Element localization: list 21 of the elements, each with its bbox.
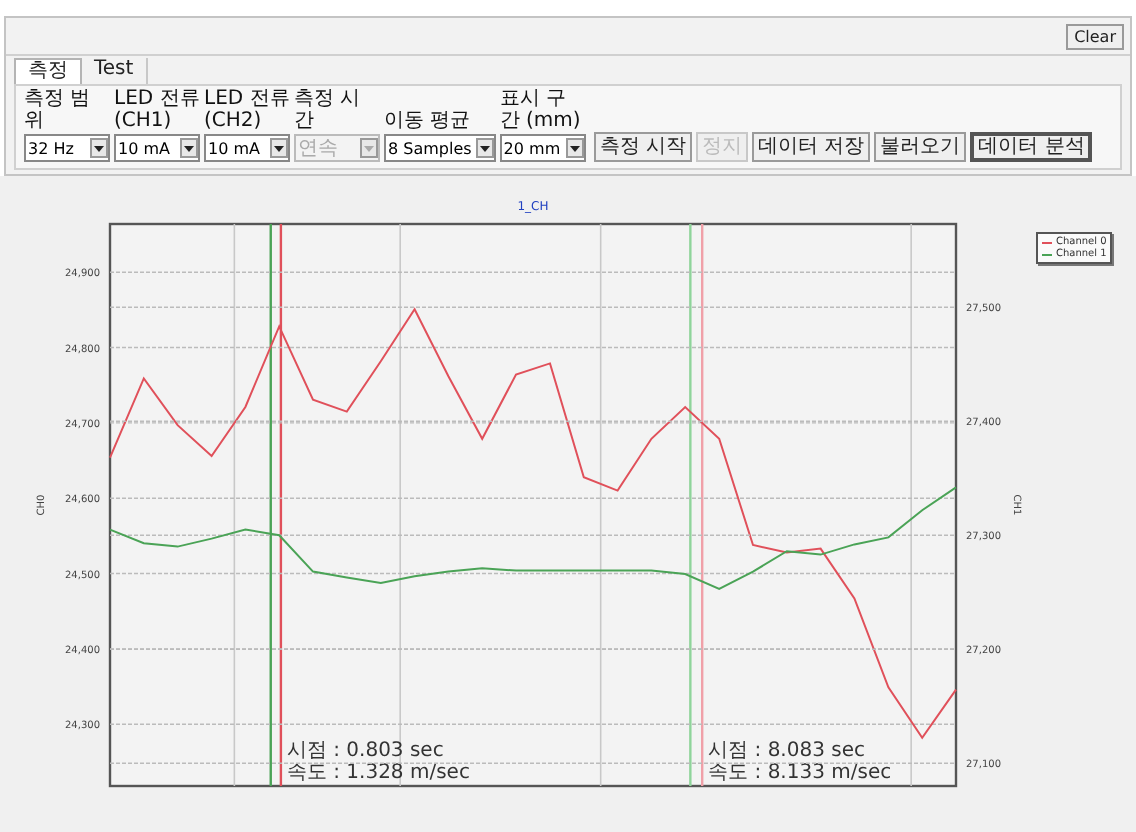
button[interactable]: 측정 시작 (593, 132, 692, 162)
button[interactable]: 불러오기 (874, 132, 967, 162)
tab[interactable]: 측정 (14, 58, 82, 84)
field-label: 측정 범위 (24, 88, 93, 132)
dropdown[interactable]: 32 Hz (24, 134, 110, 162)
dropdown[interactable]: 20 mm (499, 134, 586, 162)
field-label: 측정 시간 (294, 88, 363, 132)
cursor-readout: 시점 : 0.803 sec (286, 740, 444, 762)
field-label: LED 전류 (CH2) (204, 88, 290, 132)
button[interactable]: 데이터 분석 (970, 132, 1093, 162)
dropdown[interactable]: 10 mA (204, 134, 290, 162)
clear-button[interactable]: Clear (1066, 24, 1124, 50)
dropdown[interactable]: 10 mA (114, 134, 200, 162)
dropdown[interactable]: 8 Samples (384, 134, 496, 162)
cursor-readout: 속도 : 8.133 m/sec (708, 762, 892, 784)
cursor-readout: 속도 : 1.328 m/sec (286, 762, 470, 784)
button[interactable]: 데이터 저장 (751, 132, 871, 162)
field-label: LED 전류 (CH1) (114, 88, 200, 132)
cursor-readout: 시점 : 8.083 sec (708, 740, 865, 762)
field-label: 표시 구간 (mm) (499, 88, 583, 132)
field-label: 이동 평균 (384, 110, 473, 132)
